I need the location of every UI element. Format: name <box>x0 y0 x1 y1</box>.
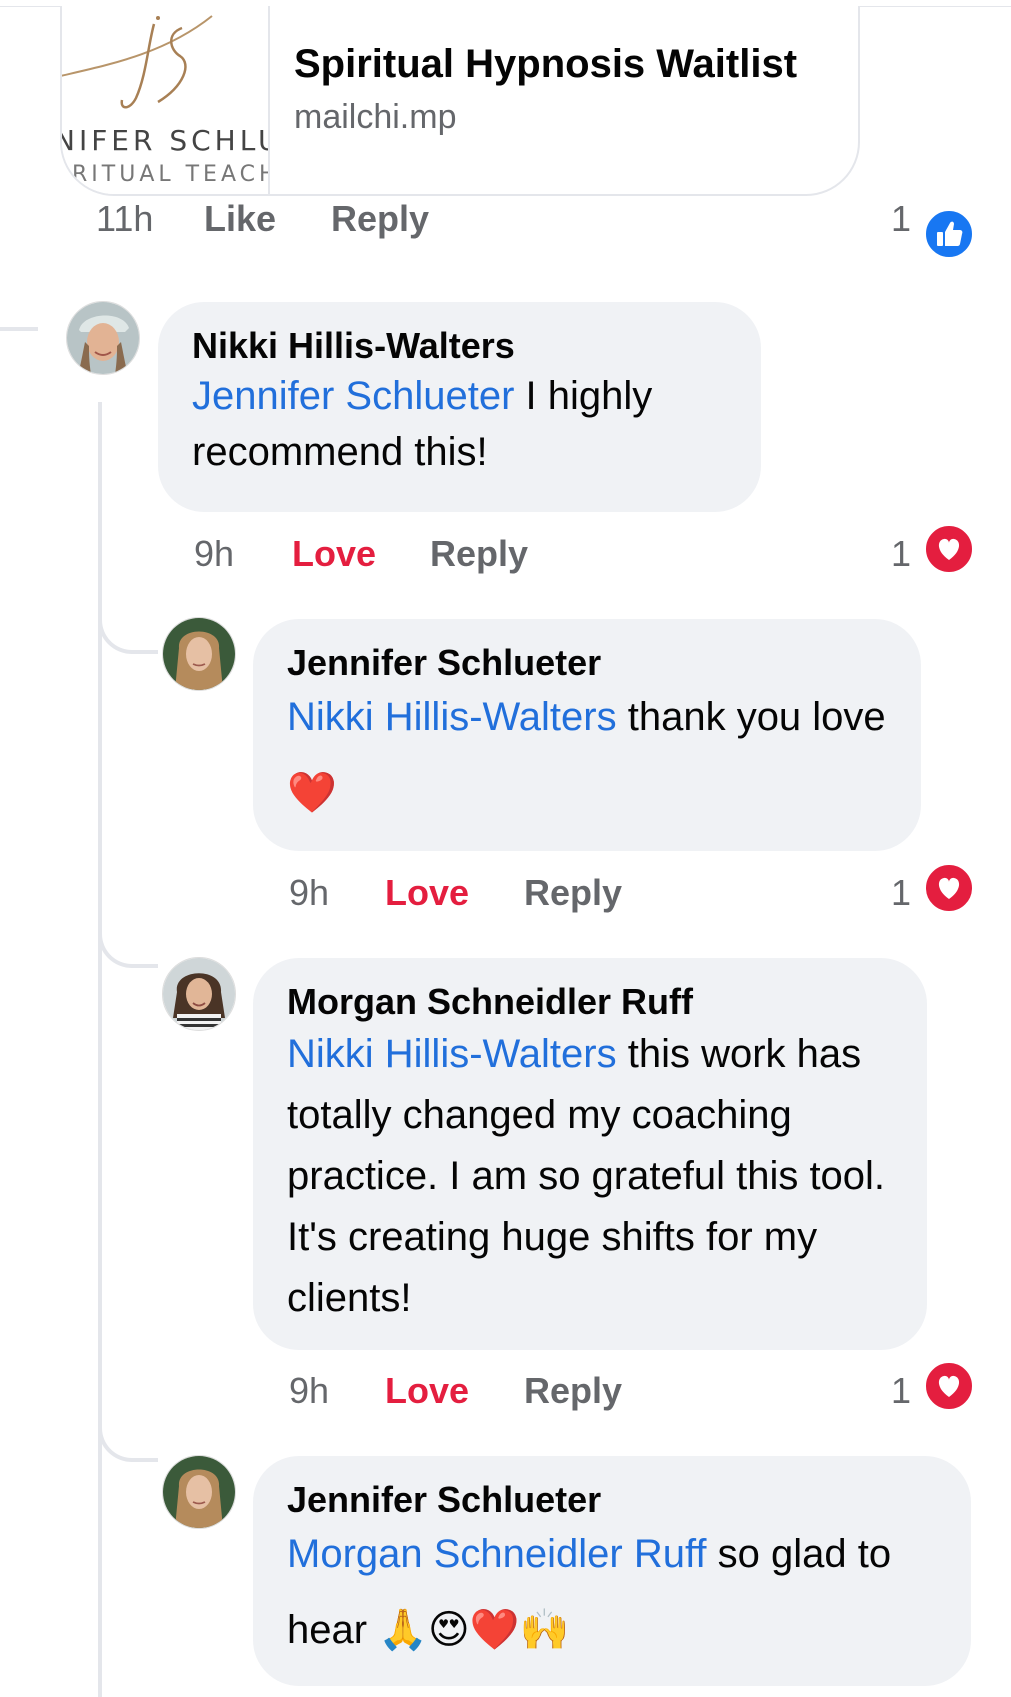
comment-text: Jennifer Schlueter I highly recommend th… <box>192 368 727 480</box>
reply-button[interactable]: Reply <box>430 533 528 575</box>
timestamp[interactable]: 9h <box>194 533 234 575</box>
reaction-count[interactable]: 1 <box>891 872 911 914</box>
heart-emoji-icon: ❤️ <box>287 770 337 816</box>
comment-bubble: Morgan Schneidler Ruff Nikki Hillis-Walt… <box>253 958 927 1350</box>
love-button[interactable]: Love <box>292 533 376 575</box>
avatar[interactable] <box>162 1455 236 1529</box>
love-reaction-icon[interactable] <box>923 862 975 914</box>
love-reaction-icon[interactable] <box>923 523 975 575</box>
comment-text: Morgan Schneidler Ruff so glad to hear 🙏… <box>287 1516 937 1668</box>
timestamp[interactable]: 9h <box>289 1370 329 1412</box>
comment-author[interactable]: Nikki Hillis-Walters <box>192 324 727 368</box>
thread-branch <box>98 604 158 654</box>
reply-button[interactable]: Reply <box>524 872 622 914</box>
mention-link[interactable]: Jennifer Schlueter <box>192 374 514 418</box>
emoji-icons: 🙏😍❤️🙌 <box>378 1607 570 1653</box>
reaction-count[interactable]: 1 <box>891 1370 911 1412</box>
thumb-text-line-1: NIFER SCHLU <box>62 124 270 157</box>
link-domain: mailchi.mp <box>294 98 457 136</box>
love-button[interactable]: Love <box>385 1370 469 1412</box>
like-button[interactable]: Like <box>204 198 276 240</box>
comment-text: Nikki Hillis-Walters thank you love ❤️ <box>287 679 887 831</box>
love-reaction-icon[interactable] <box>923 1360 975 1412</box>
love-button[interactable]: Love <box>385 872 469 914</box>
thumb-text-line-2: RITUAL TEACH <box>72 162 270 187</box>
thread-connector <box>0 327 38 331</box>
comment-author[interactable]: Morgan Schneidler Ruff <box>287 980 893 1024</box>
comment-body-text: thank you love <box>616 695 886 739</box>
reaction-count[interactable]: 1 <box>891 198 911 240</box>
link-thumbnail: NIFER SCHLU RITUAL TEACH <box>62 6 270 194</box>
thread-branch <box>98 1412 158 1462</box>
mention-link[interactable]: Morgan Schneidler Ruff <box>287 1532 707 1576</box>
thread-branch <box>98 918 158 968</box>
reply-button[interactable]: Reply <box>331 198 429 240</box>
link-title[interactable]: Spiritual Hypnosis Waitlist <box>294 42 797 87</box>
thread-line <box>98 402 102 1697</box>
timestamp[interactable]: 11h <box>96 198 153 240</box>
avatar[interactable] <box>162 617 236 691</box>
avatar[interactable] <box>162 957 236 1031</box>
reaction-count[interactable]: 1 <box>891 533 911 575</box>
mention-link[interactable]: Nikki Hillis-Walters <box>287 695 617 739</box>
link-preview-card[interactable]: NIFER SCHLU RITUAL TEACH <box>60 6 860 196</box>
reply-button[interactable]: Reply <box>524 1370 622 1412</box>
comment-bubble: Jennifer Schlueter Morgan Schneidler Ruf… <box>253 1456 971 1686</box>
mention-link[interactable]: Nikki Hillis-Walters <box>287 1032 617 1076</box>
comment-bubble: Jennifer Schlueter Nikki Hillis-Walters … <box>253 619 921 851</box>
like-reaction-icon[interactable] <box>923 208 975 260</box>
comment-text: Nikki Hillis-Walters this work has total… <box>287 1024 893 1329</box>
avatar[interactable] <box>66 301 140 375</box>
timestamp[interactable]: 9h <box>289 872 329 914</box>
comment-bubble: Nikki Hillis-Walters Jennifer Schlueter … <box>158 302 761 512</box>
